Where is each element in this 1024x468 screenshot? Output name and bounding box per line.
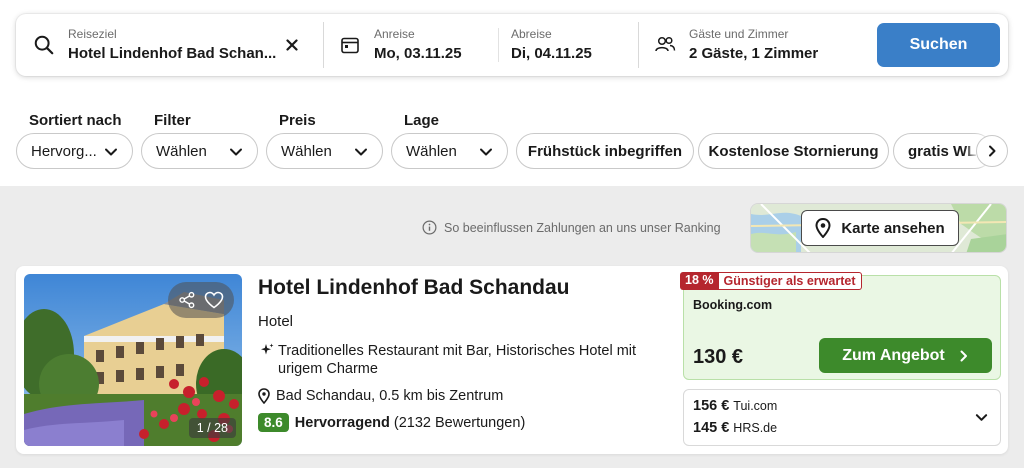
hotel-rating[interactable]: 8.6 Hervorragend (2132 Bewertungen) [258,413,525,432]
sparkle-icon [261,343,274,355]
rating-score: 8.6 [258,413,289,432]
top-deal[interactable]: 18 % Günstiger als erwartet Booking.com … [680,272,1001,380]
chip-free-cancellation[interactable]: Kostenlose Stornierung [698,133,889,169]
photo-actions [168,282,234,318]
discount-badge: 18 % Günstiger als erwartet [680,272,862,290]
destination-field[interactable]: Reiseziel Hotel Lindenhof Bad Schan... [16,14,323,76]
hotel-location-text: Bad Schandau, 0.5 km bis Zentrum [276,388,504,404]
checkin-value[interactable]: Mo, 03.11.25 [374,44,486,64]
filter-dropdown[interactable]: Wählen [141,133,258,169]
view-map-button[interactable]: Karte ansehen [801,210,959,246]
deal-price: 130 € [693,346,744,368]
price-dropdown[interactable]: Wählen [266,133,383,169]
rating-count: (2132 Bewertungen) [393,414,526,431]
chevron-down-icon [480,148,492,156]
search-bar: Reiseziel Hotel Lindenhof Bad Schan... A… [16,14,1008,76]
rating-word: Hervorragend [294,414,390,431]
location-dropdown[interactable]: Wählen [391,133,508,169]
offer-row[interactable]: 156 € Tui.com [693,398,777,414]
chip-label: Kostenlose Stornierung [708,142,879,160]
checkout-value[interactable]: Di, 04.11.25 [511,44,592,64]
filter-value: Wählen [156,142,207,160]
info-icon [422,220,437,235]
destination-value[interactable]: Hotel Lindenhof Bad Schan... [68,44,278,64]
chevron-down-icon [105,148,117,156]
sort-label: Sortiert nach [29,112,122,129]
price-label: Preis [279,112,316,129]
ranking-note[interactable]: So beeinflussen Zahlungen an uns unser R… [422,220,721,235]
offer-price: 145 € [693,420,730,436]
chevron-down-icon [230,148,242,156]
chevron-down-icon [355,148,367,156]
offer-row[interactable]: 145 € HRS.de [693,420,777,436]
hotel-card[interactable]: 1 / 28 Hotel Lindenhof Bad Schandau Hote… [16,266,1008,454]
search-button[interactable]: Suchen [877,23,1000,67]
checkout-field[interactable]: Abreise Di, 04.11.25 [511,27,592,64]
heart-icon[interactable] [204,291,224,309]
results-area: So beeinflussen Zahlungen an uns unser R… [0,186,1024,468]
price-value: Wählen [281,142,332,160]
hotel-location: Bad Schandau, 0.5 km bis Zentrum [258,388,503,404]
location-value: Wählen [406,142,457,160]
filter-label: Filter [154,112,191,129]
checkin-field[interactable]: Anreise Mo, 03.11.25 [374,27,486,64]
view-deal-label: Zum Angebot [842,346,945,364]
hotel-feature: Traditionelles Restaurant mit Bar, Histo… [258,342,658,378]
location-label: Lage [404,112,440,129]
hotel-feature-text: Traditionelles Restaurant mit Bar, Histo… [278,343,637,377]
calendar-icon [338,33,362,57]
chevron-right-icon [960,350,967,361]
sort-dropdown[interactable]: Hervorg... [16,133,133,169]
map-preview[interactable]: Karte ansehen [750,203,1007,253]
offer-site: Tui.com [733,399,778,413]
clear-destination-icon[interactable] [281,34,303,56]
deal-provider: Booking.com [693,298,773,312]
view-deal-button[interactable]: Zum Angebot [819,338,992,373]
guests-icon [653,33,677,57]
checkin-label: Anreise [374,26,415,41]
chevron-down-icon[interactable] [975,411,988,424]
scroll-right-button[interactable] [976,135,1008,167]
chip-label: gratis WL [908,142,977,160]
sort-value: Hervorg... [31,142,97,160]
checkout-label: Abreise [511,26,552,41]
chip-breakfast[interactable]: Frühstück inbegriffen [516,133,694,169]
destination-label: Reiseziel [68,26,117,41]
map-pin-icon [815,218,831,238]
hotel-type: Hotel [258,313,294,330]
chevron-right-icon [989,145,996,157]
discount-percent: 18 % [680,272,719,290]
other-offers[interactable]: 156 € Tui.com 145 € HRS.de [683,389,1001,446]
location-pin-icon [258,388,270,404]
offer-site: HRS.de [733,421,778,435]
ranking-note-text: So beeinflussen Zahlungen an uns unser R… [444,220,721,235]
date-field[interactable]: Anreise Mo, 03.11.25 Abreise Di, 04.11.2… [324,14,638,76]
hotel-photo[interactable]: 1 / 28 [24,274,242,446]
guests-label: Gäste und Zimmer [689,26,789,41]
chip-label: Frühstück inbegriffen [527,142,683,160]
discount-text: Günstiger als erwartet [718,272,862,290]
filter-bar: Sortiert nach Hervorg... Filter Wählen P… [0,104,1024,184]
guests-value[interactable]: 2 Gäste, 1 Zimmer [689,44,818,64]
photo-counter: 1 / 28 [188,418,236,438]
offer-price: 156 € [693,398,730,414]
divider [498,28,499,62]
hotel-name[interactable]: Hotel Lindenhof Bad Schandau [258,276,570,300]
share-icon[interactable] [178,291,196,309]
view-map-label: Karte ansehen [841,219,945,237]
search-icon [32,33,56,57]
